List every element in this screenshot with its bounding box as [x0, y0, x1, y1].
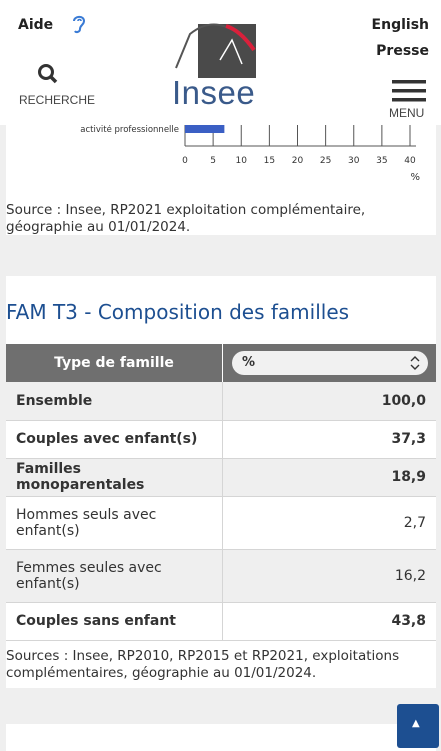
insee-logo-text[interactable]: Insee: [172, 74, 255, 112]
x-tick-label: 20: [292, 156, 304, 166]
row-label: Hommes seuls avec enfant(s): [6, 496, 223, 549]
row-value: 16,2: [394, 567, 426, 584]
x-tick-label: 35: [376, 156, 387, 166]
table-row: Couples sans enfant 43,8: [6, 602, 436, 640]
x-tick-label: 40: [404, 156, 416, 166]
site-header: Aide RECHERCHE Insee English Presse MENU: [0, 0, 441, 125]
table-header-row: Type de famille %: [6, 344, 436, 382]
row-value: 2,7: [403, 514, 426, 531]
x-axis-label: %: [410, 172, 420, 183]
table-row: Femmes seules avec enfant(s) 16,2: [6, 549, 436, 602]
select-arrows-icon: [410, 351, 420, 384]
category-label: activité professionnelle: [80, 125, 179, 135]
chart-card: 0 5 10 15 20 25 30 35 40 activité professionnelle…: [6, 125, 436, 235]
menu-label[interactable]: MENU: [389, 106, 424, 120]
x-tick-label: 5: [210, 156, 216, 166]
x-tick-label: 25: [320, 156, 331, 166]
search-label[interactable]: RECHERCHE: [19, 93, 95, 107]
table-source: Sources : Insee, RP2010, RP2015 et RP202…: [6, 648, 400, 681]
unit-select-value: %: [242, 355, 256, 370]
row-value: 100,0: [381, 392, 426, 409]
unit-select[interactable]: %: [232, 351, 428, 375]
table-row: Familles monoparentales 18,9: [6, 458, 436, 496]
table-body: Ensemble 100,0 Couples avec enfant(s) 37,3 F…: [6, 382, 436, 640]
row-label: Couples sans enfant: [6, 602, 223, 640]
x-tick-label: 10: [236, 156, 248, 166]
column-header: Type de famille: [6, 344, 223, 382]
x-tick-label: 30: [348, 156, 360, 166]
hearing-accessibility-icon[interactable]: [70, 13, 88, 39]
family-composition-table: Type de famille % Ensemble 100,0 Couples a…: [6, 344, 436, 641]
back-to-top-button[interactable]: ▲: [397, 704, 439, 748]
row-value: 18,9: [391, 469, 426, 485]
presse-link[interactable]: Presse: [376, 43, 429, 59]
table-row: Hommes seuls avec enfant(s) 2,7: [6, 496, 436, 549]
table-row: Couples avec enfant(s) 37,3: [6, 420, 436, 458]
search-icon[interactable]: [36, 63, 64, 89]
table-row: Ensemble 100,0: [6, 382, 436, 420]
row-label: Couples avec enfant(s): [6, 420, 223, 458]
caret-up-icon: ▲: [412, 718, 420, 729]
menu-hamburger-icon[interactable]: [392, 80, 426, 106]
table-card: FAM T3 - Composition des familles Type d…: [6, 276, 436, 688]
chart-source: Source : Insee, RP2021 exploitation comp…: [6, 202, 366, 235]
row-label: Femmes seules avec enfant(s): [6, 549, 223, 602]
table-title: FAM T3 - Composition des familles: [6, 300, 350, 324]
x-tick-label: 15: [264, 156, 275, 166]
row-value: 43,8: [391, 613, 426, 629]
bar-chart: 0 5 10 15 20 25 30 35 40 activité professionnelle…: [80, 125, 420, 183]
row-label: Familles monoparentales: [6, 458, 223, 496]
row-label: Ensemble: [6, 382, 223, 420]
next-card: [6, 724, 436, 751]
bar: [185, 125, 225, 133]
unit-select-cell: %: [223, 344, 437, 382]
x-tick-label: 0: [182, 156, 188, 166]
help-link[interactable]: Aide: [18, 17, 53, 33]
english-link[interactable]: English: [372, 17, 429, 33]
row-value: 37,3: [391, 431, 426, 447]
